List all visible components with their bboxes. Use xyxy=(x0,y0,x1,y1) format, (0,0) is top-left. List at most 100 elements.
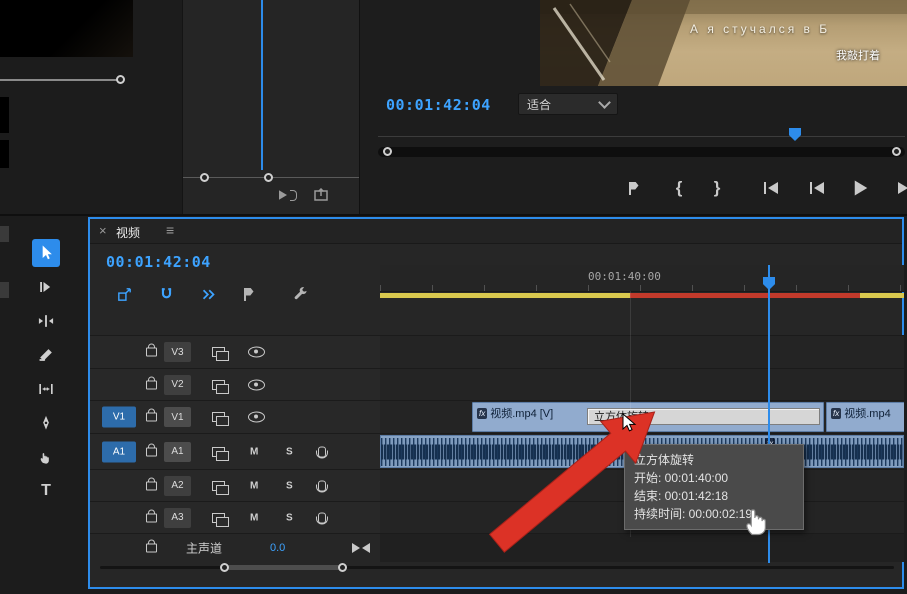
microphone-icon xyxy=(318,446,326,457)
timeline-add-marker-button[interactable] xyxy=(236,283,260,305)
step-forward-button[interactable] xyxy=(890,176,907,200)
fader-triangles-icon xyxy=(352,542,370,554)
sync-lock-icon xyxy=(212,347,225,357)
timeline-zoom-handle-right[interactable] xyxy=(338,563,347,572)
track-target-a1[interactable]: A1 xyxy=(164,442,191,462)
track-lock-button[interactable] xyxy=(146,380,157,389)
track-lock-button[interactable] xyxy=(146,447,157,456)
tool-ripple-edit[interactable] xyxy=(32,307,60,335)
sync-lock-button[interactable] xyxy=(212,380,225,390)
program-mini-timeline[interactable] xyxy=(378,136,905,137)
track-lock-button[interactable] xyxy=(146,481,157,490)
sync-lock-button[interactable] xyxy=(212,481,225,491)
track-lock-button[interactable] xyxy=(146,544,157,553)
toggle-track-output-button[interactable] xyxy=(248,379,265,390)
go-to-in-button[interactable] xyxy=(756,176,786,200)
tool-type[interactable]: T xyxy=(32,477,60,505)
tab-video[interactable]: 视频 xyxy=(116,224,140,241)
tool-track-select-forward[interactable] xyxy=(32,273,60,301)
tool-hand[interactable] xyxy=(32,443,60,471)
track-lock-button[interactable] xyxy=(146,413,157,422)
left-arrow-icon xyxy=(768,182,778,194)
mark-in-button[interactable]: { xyxy=(664,176,694,200)
timeline-settings-button[interactable] xyxy=(288,283,312,305)
mark-out-button[interactable]: } xyxy=(702,176,732,200)
tool-razor[interactable] xyxy=(32,341,60,369)
program-scrollbar-handle-right[interactable] xyxy=(892,147,901,156)
timeline-ruler[interactable]: 00:01:40:00 xyxy=(380,265,904,292)
track-target-v1[interactable]: V1 xyxy=(164,407,191,427)
sync-lock-button[interactable] xyxy=(212,513,225,523)
eye-icon xyxy=(248,347,265,358)
insert-sequence-button[interactable] xyxy=(112,283,136,305)
add-marker-button[interactable] xyxy=(618,176,648,200)
zoom-level-select[interactable]: 适合 xyxy=(518,93,618,115)
effect-playhead[interactable] xyxy=(261,0,263,170)
sync-lock-button[interactable] xyxy=(212,412,225,422)
work-area-bar[interactable] xyxy=(380,293,904,298)
play-icon xyxy=(855,181,868,196)
lock-icon xyxy=(146,544,157,553)
timeline-zoom-handle-left[interactable] xyxy=(220,563,229,572)
program-scrollbar-handle-left[interactable] xyxy=(383,147,392,156)
thumbnail-slider-track[interactable] xyxy=(0,79,118,81)
timeline-scrollbar-segment[interactable] xyxy=(224,565,342,570)
snap-button[interactable] xyxy=(154,283,178,305)
sync-lock-button[interactable] xyxy=(212,347,225,357)
track-v3-content[interactable] xyxy=(380,335,904,368)
program-scrollbar-track[interactable] xyxy=(378,147,905,157)
pan-fader-icon[interactable] xyxy=(352,542,370,554)
source-patch-a1[interactable]: A1 xyxy=(102,441,136,462)
panel-menu-icon[interactable]: ≡ xyxy=(166,222,174,238)
program-subtitle-chinese: 我敲打着 xyxy=(836,47,880,63)
track-target-a2[interactable]: A2 xyxy=(164,476,191,496)
mute-button[interactable]: M xyxy=(250,480,258,491)
track-header-a2: A2 M S xyxy=(90,469,380,501)
sync-lock-icon xyxy=(212,447,225,457)
voiceover-record-button[interactable] xyxy=(318,512,326,523)
export-frame-icon[interactable] xyxy=(314,188,328,204)
sync-lock-button[interactable] xyxy=(212,447,225,457)
tool-selection[interactable] xyxy=(32,239,60,267)
voiceover-record-button[interactable] xyxy=(318,446,326,457)
play-button[interactable] xyxy=(846,176,876,200)
effect-zoom-handle-left[interactable] xyxy=(200,173,209,182)
premiere-app-window: А я стучался в Б 我敲打着 00:01:42:04 适合 { } xyxy=(0,0,907,594)
lock-icon xyxy=(146,380,157,389)
play-around-icon[interactable] xyxy=(278,189,297,201)
video-clip-2[interactable]: fx 视频.mp4 xyxy=(826,402,904,432)
track-target-a3[interactable]: A3 xyxy=(164,508,191,528)
solo-button[interactable]: S xyxy=(286,480,293,491)
master-level-value[interactable]: 0.0 xyxy=(270,542,285,554)
lock-icon xyxy=(146,447,157,456)
program-timecode[interactable]: 00:01:42:04 xyxy=(386,96,491,114)
mute-button[interactable]: M xyxy=(250,512,258,523)
toggle-track-output-button[interactable] xyxy=(248,412,265,423)
effect-zoom-handle-right[interactable] xyxy=(264,173,273,182)
voiceover-record-button[interactable] xyxy=(318,480,326,491)
effect-controls-panel xyxy=(182,0,361,215)
marker-flag-icon xyxy=(243,288,254,301)
track-target-v2[interactable]: V2 xyxy=(164,375,191,395)
linked-selection-button[interactable] xyxy=(196,283,220,305)
track-lock-button[interactable] xyxy=(146,348,157,357)
toggle-track-output-button[interactable] xyxy=(248,347,265,358)
program-video-frame: А я стучался в Б 我敲打着 xyxy=(540,0,907,86)
track-lock-button[interactable] xyxy=(146,513,157,522)
timeline-timecode[interactable]: 00:01:42:04 xyxy=(106,253,211,271)
step-back-button[interactable] xyxy=(802,176,832,200)
sync-lock-icon xyxy=(212,513,225,523)
step-back-icon xyxy=(810,182,812,194)
tool-slip[interactable] xyxy=(32,375,60,403)
solo-button[interactable]: S xyxy=(286,512,293,523)
thumbnail-slider-handle[interactable] xyxy=(116,75,125,84)
mute-button[interactable]: M xyxy=(250,446,258,457)
clip-thumbnail xyxy=(0,0,133,57)
lock-icon xyxy=(146,348,157,357)
tool-pen[interactable] xyxy=(32,409,60,437)
close-panel-button[interactable]: × xyxy=(99,223,107,238)
source-patch-v1[interactable]: V1 xyxy=(102,407,136,428)
program-playhead-handle[interactable] xyxy=(789,128,801,141)
track-target-v3[interactable]: V3 xyxy=(164,342,191,362)
solo-button[interactable]: S xyxy=(286,446,293,457)
